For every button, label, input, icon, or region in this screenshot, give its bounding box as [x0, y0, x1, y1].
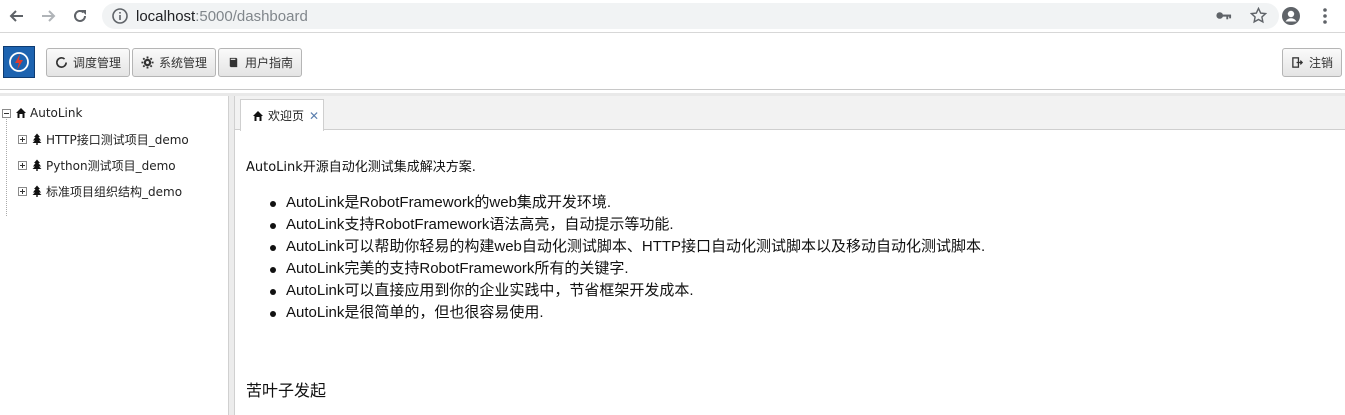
home-icon [16, 108, 26, 118]
more-vert-icon[interactable] [1315, 6, 1335, 26]
book-icon [229, 57, 238, 68]
close-icon[interactable]: ✕ [309, 109, 319, 123]
main-content: 欢迎页 ✕ AutoLink开源自动化测试集成解决方案. AutoLink是Ro… [235, 96, 1345, 415]
reload-icon [74, 9, 86, 22]
info-icon[interactable] [112, 8, 128, 24]
tree-icon [32, 159, 42, 171]
expand-toggle-icon[interactable] [18, 134, 27, 144]
system-management-button[interactable]: 系统管理 [132, 48, 217, 77]
url-host: localhost [136, 7, 196, 25]
schedule-management-label: 调度管理 [73, 56, 122, 70]
logout-label: 注销 [1309, 56, 1334, 70]
tab-welcome-label: 欢迎页 [268, 109, 305, 123]
tree-project-label: HTTP接口测试项目_demo [46, 132, 189, 147]
star-icon[interactable] [1250, 7, 1267, 24]
list-item: AutoLink支持RobotFramework语法高亮，自动提示等功能. [269, 214, 985, 236]
app-logo[interactable] [3, 46, 35, 78]
tree-node-root[interactable]: AutoLink [2, 104, 82, 122]
reload-button[interactable] [64, 0, 96, 32]
list-item: AutoLink是很简单的，但也很容易使用. [269, 302, 985, 324]
project-tree: AutoLink HTTP接口测试项目_demo Python测试项目_demo… [0, 96, 229, 415]
tree-root-label: AutoLink [30, 106, 83, 120]
tab-welcome[interactable]: 欢迎页 ✕ [240, 99, 324, 131]
back-button[interactable] [1, 0, 33, 32]
app-header: 调度管理 系统管理 用户指南 注销 [0, 36, 1345, 90]
expand-toggle-icon[interactable] [18, 160, 27, 170]
refresh-icon [56, 56, 67, 68]
tab-strip: 欢迎页 ✕ [235, 96, 1345, 131]
list-item: AutoLink可以直接应用到你的企业实践中，节省框架开发成本. [269, 280, 985, 302]
user-guide-button[interactable]: 用户指南 [218, 48, 303, 77]
lightning-logo-icon [9, 52, 29, 72]
system-management-label: 系统管理 [159, 56, 208, 70]
gear-icon [141, 56, 154, 69]
feature-list: AutoLink是RobotFramework的web集成开发环境. AutoL… [269, 192, 985, 324]
arrow-right-icon [42, 10, 56, 22]
welcome-intro: AutoLink开源自动化测试集成解决方案. [246, 160, 476, 175]
logout-icon [1292, 57, 1304, 68]
arrow-left-icon [9, 10, 23, 22]
browser-toolbar: localhost:5000/dashboard [0, 0, 1345, 33]
logout-button[interactable]: 注销 [1282, 48, 1343, 77]
tree-node-project[interactable]: Python测试项目_demo [18, 156, 176, 174]
tree-guide-line [6, 116, 7, 216]
expand-toggle-icon[interactable] [18, 186, 27, 196]
address-bar[interactable]: localhost:5000/dashboard [102, 3, 1279, 29]
tree-node-project[interactable]: 标准项目组织结构_demo [18, 182, 182, 200]
list-item: AutoLink是RobotFramework的web集成开发环境. [269, 192, 985, 214]
profile-icon[interactable] [1281, 6, 1301, 26]
collapse-toggle-icon[interactable] [2, 108, 11, 118]
tree-icon [32, 133, 42, 145]
tree-icon [32, 185, 42, 197]
forward-button[interactable] [32, 0, 64, 32]
tree-node-project[interactable]: HTTP接口测试项目_demo [18, 130, 189, 148]
tree-project-label: 标准项目组织结构_demo [46, 184, 183, 199]
key-icon[interactable] [1215, 7, 1232, 24]
url-path: :5000/dashboard [195, 7, 308, 25]
signature-text: 苦叶子发起 [246, 381, 327, 400]
schedule-management-button[interactable]: 调度管理 [46, 48, 131, 77]
list-item: AutoLink完美的支持RobotFramework所有的关键字. [269, 258, 985, 280]
home-icon [253, 110, 263, 121]
tree-project-label: Python测试项目_demo [46, 158, 176, 173]
user-guide-label: 用户指南 [245, 56, 294, 70]
list-item: AutoLink可以帮助你轻易的构建web自动化测试脚本、HTTP接口自动化测试… [269, 236, 985, 258]
